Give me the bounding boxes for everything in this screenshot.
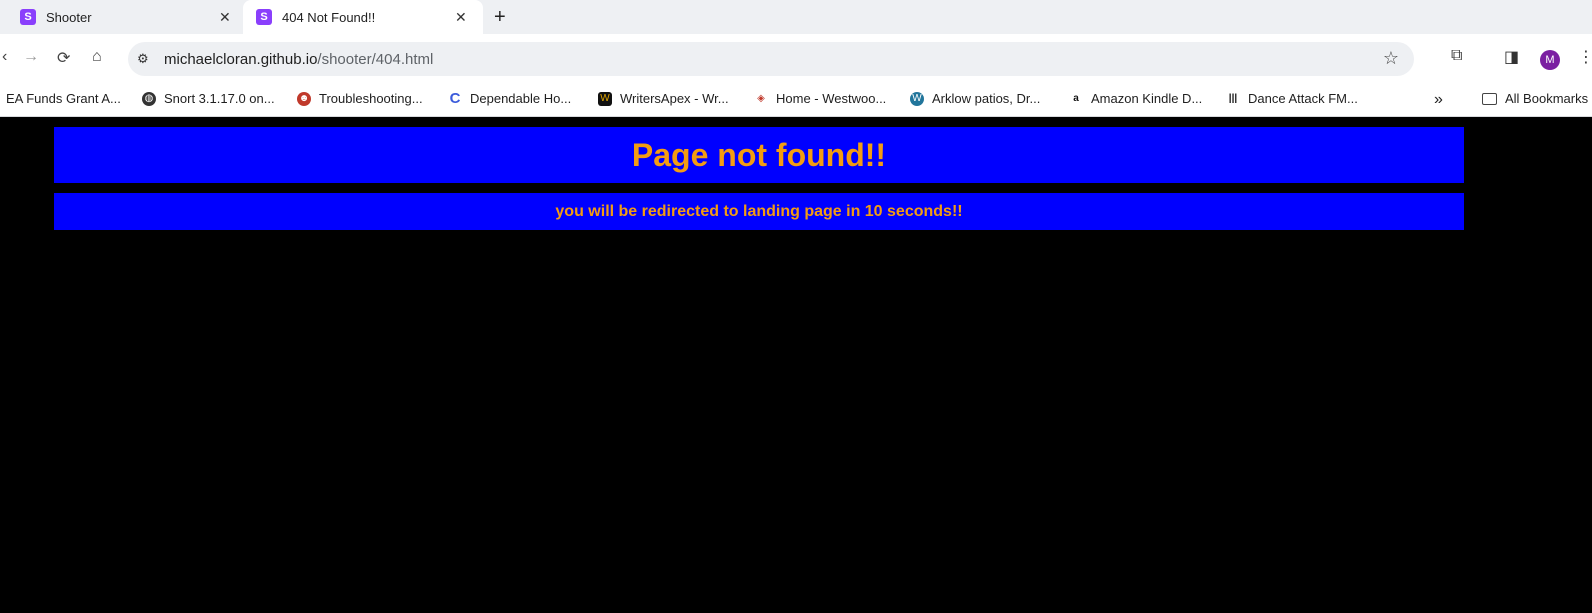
bookmark-item[interactable]: W WritersApex - Wr...	[598, 91, 729, 106]
tab-title: 404 Not Found!!	[282, 9, 376, 25]
avatar[interactable]: M	[1540, 50, 1560, 70]
site-info-icon[interactable]: ⚙	[137, 51, 149, 67]
bookmark-label: Dependable Ho...	[470, 91, 572, 106]
bookmark-item[interactable]: W Arklow patios, Dr...	[910, 91, 1040, 106]
bookmark-item[interactable]: EA Funds Grant A...	[6, 91, 121, 106]
folder-icon	[1482, 92, 1497, 105]
bookmark-item[interactable]: ◈ Home - Westwoo...	[754, 91, 886, 106]
tab-title: Shooter	[46, 9, 92, 25]
page-content: Page not found!! you will be redirected …	[0, 117, 1592, 613]
url-text[interactable]: michaelcloran.github.io/shooter/404.html	[164, 51, 433, 68]
bookmark-label: Snort 3.1.17.0 on...	[164, 91, 275, 106]
browser-toolbar: ‹ → ⟳ ⌂ ⚙ michaelcloran.github.io/shoote…	[0, 34, 1592, 82]
all-bookmarks-label: All Bookmarks	[1505, 91, 1589, 106]
bookmark-item[interactable]: a Amazon Kindle D...	[1069, 91, 1202, 106]
bookmark-label: WritersApex - Wr...	[620, 91, 729, 106]
bookmark-label: EA Funds Grant A...	[6, 91, 121, 106]
globe-icon: ◍	[142, 91, 156, 106]
devil-icon: ☻	[297, 91, 311, 106]
extensions-icon[interactable]: ⧉	[1451, 47, 1462, 65]
bookmark-item[interactable]: ◍ Snort 3.1.17.0 on...	[142, 91, 275, 106]
all-bookmarks[interactable]: All Bookmarks	[1482, 91, 1588, 106]
tab-close-icon[interactable]: ✕	[219, 9, 231, 26]
tab-close-icon[interactable]: ✕	[455, 9, 467, 26]
menu-icon[interactable]: ⋮	[1578, 47, 1592, 67]
wordpress-icon: W	[910, 91, 924, 106]
home-icon[interactable]: ⌂	[92, 48, 102, 66]
bookmark-item[interactable]: C Dependable Ho...	[448, 90, 572, 107]
reload-icon[interactable]: ⟳	[57, 48, 70, 68]
redirect-message: you will be redirected to landing page i…	[54, 193, 1464, 230]
tab-shooter[interactable]: S Shooter ✕	[20, 0, 242, 34]
address-bar[interactable]: ⚙ michaelcloran.github.io/shooter/404.ht…	[128, 42, 1414, 76]
forward-arrow-icon[interactable]: →	[23, 48, 39, 66]
bookmark-label: Troubleshooting...	[319, 91, 423, 106]
bookmark-label: Dance Attack FM...	[1248, 91, 1358, 106]
new-tab-icon[interactable]: +	[494, 6, 506, 29]
bookmark-label: Amazon Kindle D...	[1091, 91, 1203, 106]
tab-favicon-icon: S	[256, 9, 272, 25]
bookmark-label: Home - Westwoo...	[776, 91, 887, 106]
bookmarks-bar: EA Funds Grant A... ◍ Snort 3.1.17.0 on.…	[0, 82, 1592, 117]
browser-chrome: S Shooter ✕ S 404 Not Found!! ✕ + ‹ → ⟳ …	[0, 0, 1592, 117]
url-path: /shooter/404.html	[317, 51, 434, 68]
package-icon: ◈	[757, 93, 765, 104]
tab-strip: S Shooter ✕ S 404 Not Found!! ✕ +	[0, 0, 1592, 34]
page-title: Page not found!!	[54, 127, 1464, 183]
bookmark-item[interactable]: ☻ Troubleshooting...	[297, 91, 423, 106]
tab-favicon-icon: S	[20, 9, 36, 25]
bars-icon: |||	[1228, 93, 1238, 104]
amazon-icon: a	[1073, 93, 1079, 104]
c-logo-icon: C	[449, 90, 461, 107]
bookmark-star-icon[interactable]: ☆	[1383, 48, 1399, 69]
url-host: michaelcloran.github.io	[164, 51, 318, 68]
tab-404[interactable]: S 404 Not Found!! ✕	[243, 0, 483, 34]
writersapex-icon: W	[598, 91, 612, 106]
back-arrow-icon[interactable]: ‹	[2, 48, 7, 66]
side-panel-icon[interactable]: ◨	[1504, 47, 1519, 67]
bookmark-label: Arklow patios, Dr...	[932, 91, 1041, 106]
bookmarks-overflow-icon[interactable]: »	[1434, 91, 1443, 109]
bookmark-item[interactable]: ||| Dance Attack FM...	[1226, 91, 1358, 106]
